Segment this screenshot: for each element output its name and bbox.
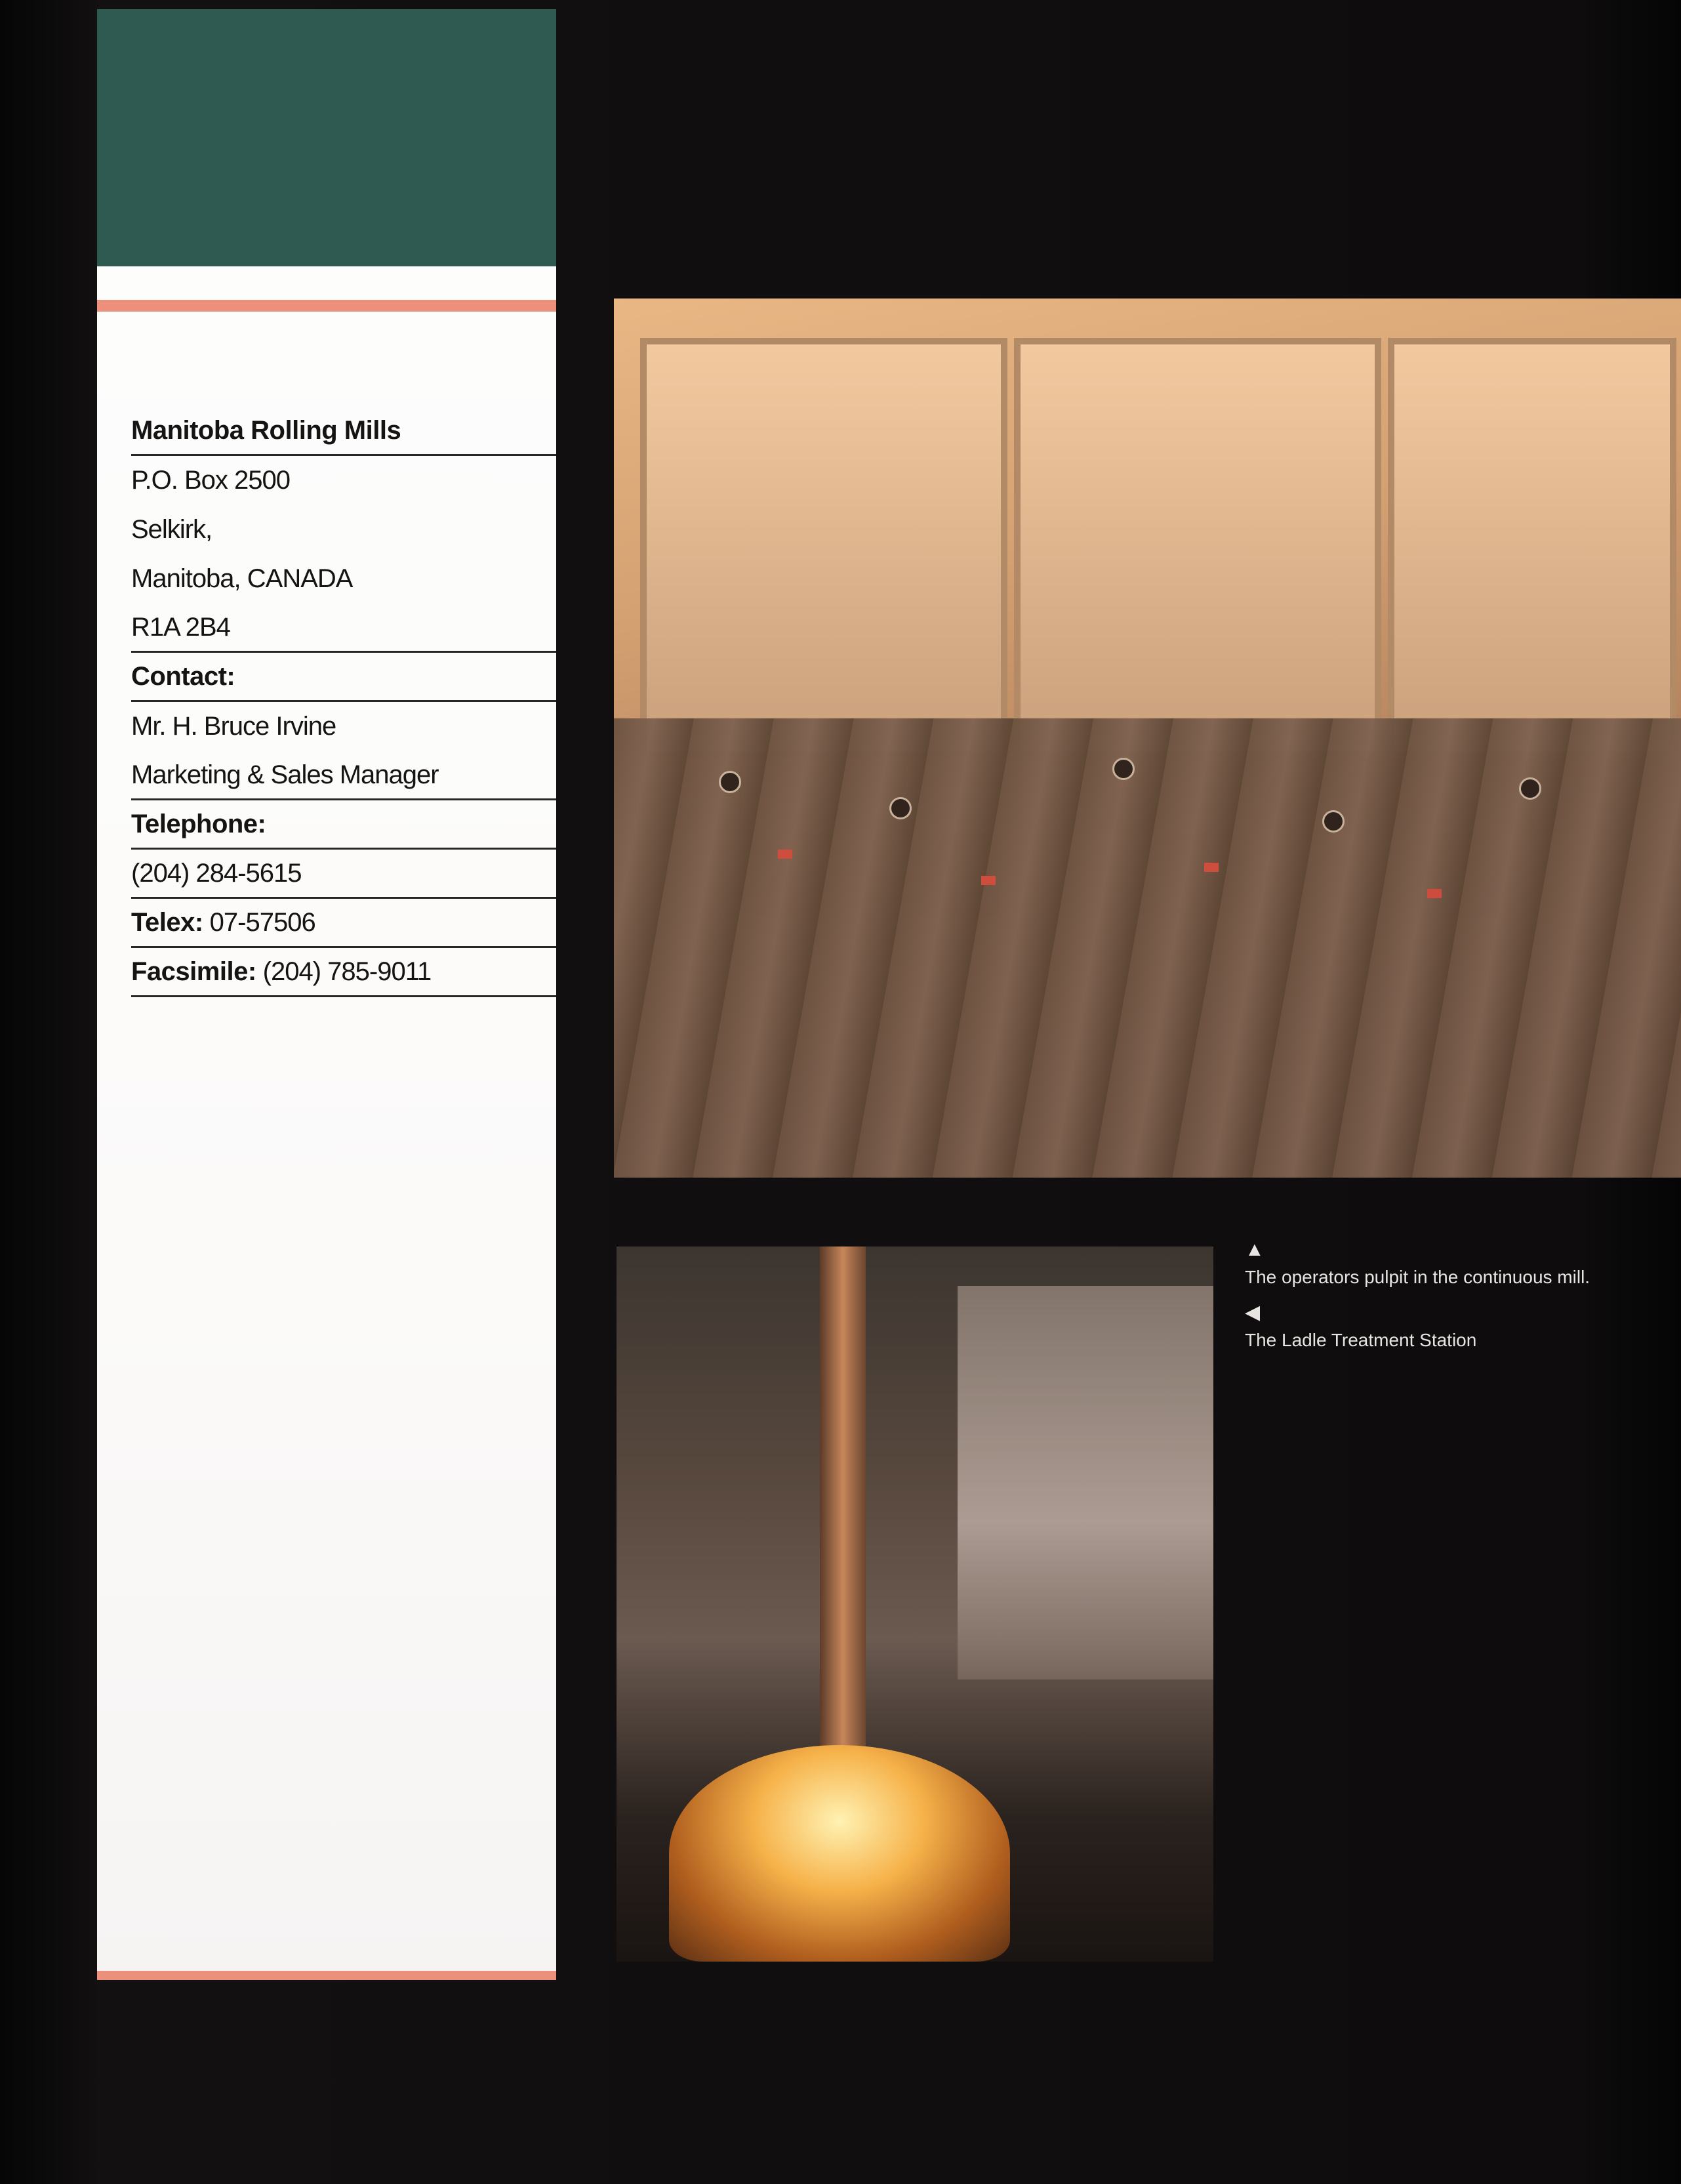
- contact-list: Manitoba Rolling Mills P.O. Box 2500 Sel…: [131, 407, 556, 997]
- telephone-number: (204) 284-5615: [131, 858, 302, 888]
- molten-ladle: [669, 1745, 1010, 1962]
- pulpit-caption: The operators pulpit in the continuous m…: [1245, 1267, 1590, 1287]
- operators-pulpit-photo: [614, 299, 1681, 1178]
- console-knob: [1519, 777, 1541, 800]
- console-knob: [889, 797, 912, 819]
- telex-row: Telex: 07-57506: [131, 899, 556, 948]
- address-line-2: Selkirk,: [131, 515, 213, 544]
- console-lamp: [1204, 863, 1219, 872]
- address-line-4: R1A 2B4: [131, 604, 556, 653]
- control-console: [614, 718, 1681, 1178]
- contact-name-row: Mr. H. Bruce Irvine: [131, 702, 556, 751]
- console-lamp: [981, 876, 996, 885]
- panel-top-rule: [97, 300, 556, 312]
- pulpit-window-center: [1014, 338, 1381, 758]
- left-arrow-icon: ◀: [1245, 1302, 1261, 1323]
- facsimile-number: (204) 785-9011: [262, 957, 432, 986]
- station-structure: [958, 1286, 1213, 1679]
- contact-name: Mr. H. Bruce Irvine: [131, 712, 336, 741]
- console-lamp: [1427, 889, 1442, 898]
- facsimile-label: Facsimile:: [131, 957, 256, 986]
- telephone-heading-row: Telephone:: [131, 800, 556, 850]
- green-header-band: [97, 9, 556, 266]
- up-arrow-icon: ▲: [1245, 1239, 1265, 1260]
- contact-title: Marketing & Sales Manager: [131, 760, 439, 789]
- telephone-heading: Telephone:: [131, 809, 266, 838]
- pulpit-window-left: [640, 338, 1007, 758]
- pulpit-window-right: [1388, 338, 1676, 758]
- contact-heading: Contact:: [131, 661, 235, 691]
- ladle-caption: The Ladle Treatment Station: [1245, 1330, 1477, 1350]
- console-knob: [1112, 758, 1135, 780]
- ladle-treatment-photo: [617, 1247, 1213, 1962]
- company-row: Manitoba Rolling Mills: [131, 407, 556, 456]
- company-name: Manitoba Rolling Mills: [131, 415, 401, 445]
- console-knob: [719, 771, 741, 793]
- console-lamp: [778, 850, 792, 859]
- photo-captions: ▲ The operators pulpit in the continuous…: [1245, 1240, 1612, 1366]
- contact-heading-row: Contact:: [131, 653, 556, 702]
- telex-number: 07-57506: [209, 907, 316, 937]
- address-line-3: Manitoba, CANADA: [131, 564, 353, 593]
- contact-title-row: Marketing & Sales Manager: [131, 751, 556, 800]
- facsimile-row: Facsimile: (204) 785-9011: [131, 948, 556, 997]
- telex-label: Telex:: [131, 907, 203, 937]
- console-knob: [1322, 810, 1345, 833]
- address-line-1: P.O. Box 2500: [131, 466, 291, 495]
- telephone-row: (204) 284-5615: [131, 850, 556, 899]
- panel-bottom-rule: [97, 1971, 556, 1980]
